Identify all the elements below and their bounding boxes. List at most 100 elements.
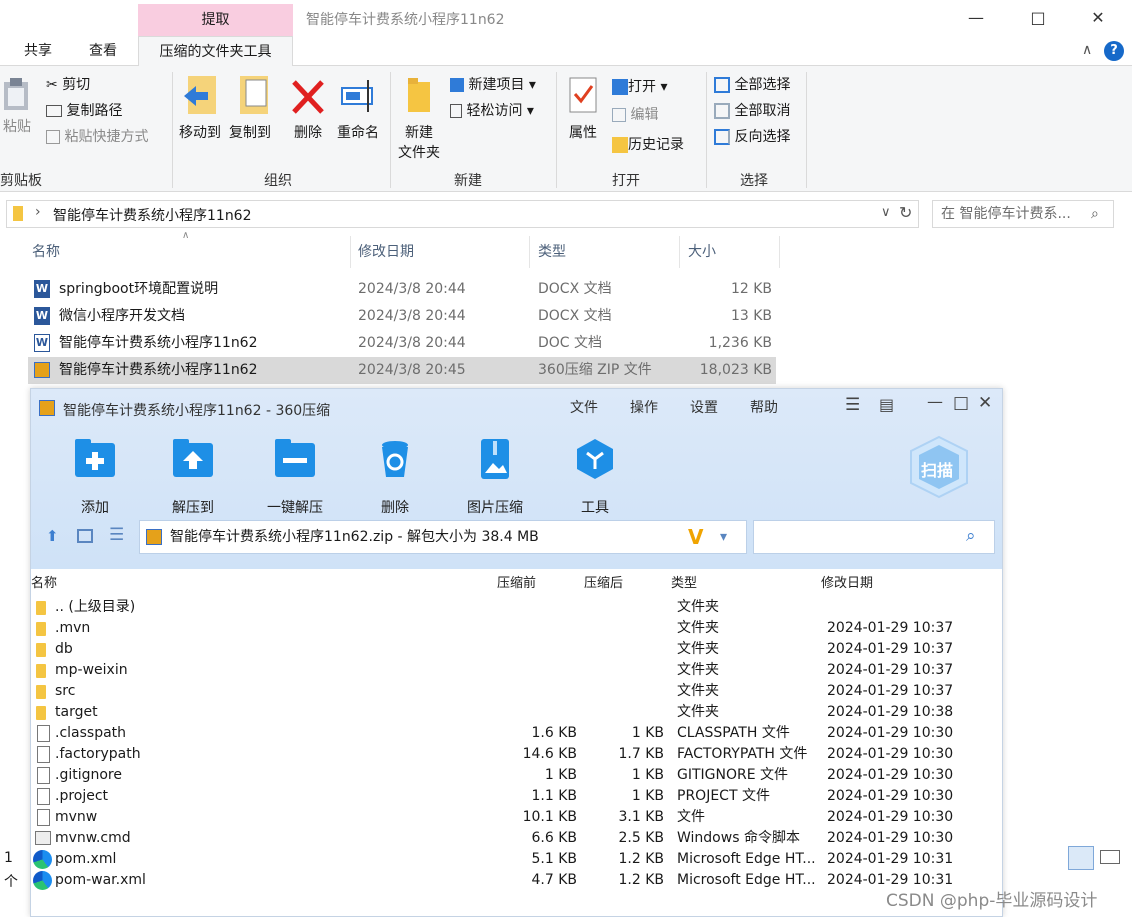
- dropdown-arrow-icon[interactable]: ▾: [720, 521, 727, 553]
- zip-row[interactable]: mvnw 10.1 KB 3.1 KB 文件 2024-01-29 10:30: [31, 807, 1002, 828]
- organize-group-label: 组织: [264, 173, 292, 189]
- paste-button[interactable]: 粘贴: [0, 76, 34, 136]
- chevron-right-icon: ›: [35, 204, 41, 220]
- zip-col-name[interactable]: 名称: [31, 573, 57, 595]
- select-none-button[interactable]: 全部取消: [714, 100, 790, 122]
- close-button[interactable]: ✕: [1078, 4, 1118, 32]
- zip-row[interactable]: .classpath 1.6 KB 1 KB CLASSPATH 文件 2024-01-…: [31, 723, 1002, 744]
- zip-item-before: 1.1 KB: [531, 788, 578, 804]
- zip-row[interactable]: .gitignore 1 KB 1 KB GITIGNORE 文件 2024-01-29…: [31, 765, 1002, 786]
- zip-item-type: 文件夹: [677, 620, 719, 636]
- select-all-button[interactable]: 全部选择: [714, 74, 790, 96]
- open-button[interactable]: 打开 ▾: [612, 76, 667, 98]
- zip-item-name: .project: [55, 788, 109, 804]
- zip-item-after: 1 KB: [631, 767, 664, 783]
- zip-item-type: GITIGNORE 文件: [677, 767, 789, 783]
- large-icons-view-icon[interactable]: [1100, 850, 1120, 864]
- file-row[interactable]: W 智能停车计费系统小程序11n62 2024/3/8 20:44 DOC 文档 1,2…: [28, 330, 776, 357]
- tab-compressed-folder-tools[interactable]: 压缩的文件夹工具: [138, 36, 293, 67]
- file-row[interactable]: W 微信小程序开发文档 2024/3/8 20:44 DOCX 文档 13 KB: [28, 303, 776, 330]
- watermark: CSDN @php-毕业源码设计: [886, 891, 1098, 911]
- chevron-down-icon[interactable]: ∨: [881, 205, 891, 220]
- window-title: 智能停车计费系统小程序11n62: [306, 12, 505, 28]
- up-arrow-icon[interactable]: ⬆: [46, 527, 59, 545]
- feedback-icon[interactable]: ▤: [879, 395, 894, 414]
- zip-row[interactable]: src 文件夹 2024-01-29 10:37: [31, 681, 1002, 702]
- zip-col-type[interactable]: 类型: [671, 573, 697, 595]
- tool-one-click-extract-button[interactable]: 一键解压: [253, 437, 337, 517]
- menu-operation[interactable]: 操作: [630, 397, 658, 417]
- extract-to-icon: [173, 439, 213, 477]
- tab-view[interactable]: 查看: [76, 36, 130, 66]
- select-all-icon: [714, 77, 730, 93]
- zip-col-after[interactable]: 压缩后: [584, 573, 623, 595]
- maximize-button[interactable]: □: [1018, 4, 1058, 32]
- word-icon: W: [34, 334, 50, 352]
- zip-row[interactable]: target 文件夹 2024-01-29 10:38: [31, 702, 1002, 723]
- rename-button[interactable]: 重命名: [334, 74, 382, 142]
- details-view-icon[interactable]: [1068, 846, 1094, 870]
- move-to-button[interactable]: 移动到: [176, 74, 224, 142]
- file-size: 13 KB: [730, 308, 772, 324]
- zip-minimize-button[interactable]: —: [927, 392, 943, 411]
- file-row[interactable]: Wspringboot环境配置说明 2024/3/8 20:44 DOCX 文档 12…: [28, 276, 776, 303]
- zip-title: 智能停车计费系统小程序11n62 - 360压缩: [63, 403, 331, 419]
- list-view-icon[interactable]: ☰: [109, 525, 124, 545]
- copy-to-button[interactable]: 复制到: [226, 74, 274, 142]
- thumbnail-view-icon[interactable]: [77, 529, 93, 543]
- col-modified[interactable]: 修改日期: [354, 236, 530, 268]
- tool-delete-button[interactable]: 删除: [353, 437, 437, 517]
- address-field[interactable]: › 智能停车计费系统小程序11n62 ∨ ↻: [6, 200, 919, 228]
- cut-button[interactable]: ✂ 剪切: [46, 74, 90, 96]
- zip-row[interactable]: mvnw.cmd 6.6 KB 2.5 KB Windows 命令脚本 2024-01-…: [31, 828, 1002, 849]
- zip-row[interactable]: .. (上级目录) 文件夹: [31, 597, 1002, 618]
- menu-file[interactable]: 文件: [570, 397, 598, 417]
- zip-search-input[interactable]: ⌕: [753, 520, 995, 554]
- zip-item-type: PROJECT 文件: [677, 788, 770, 804]
- zip-maximize-button[interactable]: □: [953, 393, 969, 413]
- zip-row[interactable]: .factorypath 14.6 KB 1.7 KB FACTORYPATH 文件 2…: [31, 744, 1002, 765]
- zip-item-after: 1 KB: [631, 788, 664, 804]
- minimize-button[interactable]: —: [956, 4, 996, 32]
- zip-row[interactable]: pom-war.xml 4.7 KB 1.2 KB Microsoft Edge HT…: [31, 870, 1002, 891]
- help-icon[interactable]: ?: [1104, 41, 1124, 61]
- history-button[interactable]: 历史记录: [612, 134, 684, 156]
- tool-image-compress-button[interactable]: 图片压缩: [453, 437, 537, 517]
- zip-col-before[interactable]: 压缩前: [497, 573, 536, 595]
- new-item-button[interactable]: 新建项目 ▾: [450, 74, 536, 96]
- tool-tools-button[interactable]: 工具: [553, 437, 637, 517]
- properties-button[interactable]: 属性: [562, 74, 604, 142]
- delete-label: 删除: [294, 125, 322, 141]
- col-name[interactable]: 名称: [28, 236, 351, 268]
- zip-row[interactable]: .project 1.1 KB 1 KB PROJECT 文件 2024-01-29 1…: [31, 786, 1002, 807]
- file-row[interactable]: 智能停车计费系统小程序11n62 2024/3/8 20:45 360压缩 ZIP …: [28, 357, 776, 384]
- menu-help[interactable]: 帮助: [750, 397, 778, 417]
- tab-share[interactable]: 共享: [12, 36, 64, 66]
- zip-row[interactable]: db 文件夹 2024-01-29 10:37: [31, 639, 1002, 660]
- zip-row[interactable]: mp-weixin 文件夹 2024-01-29 10:37: [31, 660, 1002, 681]
- search-input[interactable]: 在 智能停车计费系... ⌕: [932, 200, 1114, 228]
- zip-path-field[interactable]: 智能停车计费系统小程序11n62.zip - 解包大小为 38.4 MB V ▾: [139, 520, 747, 554]
- tool-add-button[interactable]: 添加: [53, 437, 137, 517]
- col-size[interactable]: 大小: [684, 236, 780, 268]
- context-tab-extract[interactable]: 提取: [138, 4, 293, 36]
- edit-button[interactable]: 编辑: [612, 104, 658, 126]
- scan-button[interactable]: 扫描: [907, 435, 971, 499]
- zip-row[interactable]: .mvn 文件夹 2024-01-29 10:37: [31, 618, 1002, 639]
- collapse-ribbon-icon[interactable]: ∧: [1082, 42, 1092, 58]
- refresh-icon[interactable]: ↻: [899, 203, 912, 222]
- paste-shortcut-button[interactable]: 粘贴快捷方式: [46, 126, 148, 148]
- new-folder-button[interactable]: 新建 文件夹: [394, 74, 444, 162]
- col-type[interactable]: 类型: [534, 236, 680, 268]
- tool-image-compress-label: 图片压缩: [467, 500, 523, 516]
- zip-close-button[interactable]: ✕: [978, 393, 992, 413]
- easy-access-button[interactable]: 轻松访问 ▾: [450, 100, 534, 122]
- menu-settings[interactable]: 设置: [690, 397, 718, 417]
- invert-selection-button[interactable]: 反向选择: [714, 126, 790, 148]
- delete-button[interactable]: 删除: [288, 74, 328, 142]
- tool-extract-to-button[interactable]: 解压到: [151, 437, 235, 517]
- zip-col-modified[interactable]: 修改日期: [821, 573, 873, 595]
- skin-shirt-icon[interactable]: ☰: [845, 395, 860, 415]
- zip-row[interactable]: pom.xml 5.1 KB 1.2 KB Microsoft Edge HT... 2…: [31, 849, 1002, 870]
- copy-path-button[interactable]: 复制路径: [46, 100, 122, 122]
